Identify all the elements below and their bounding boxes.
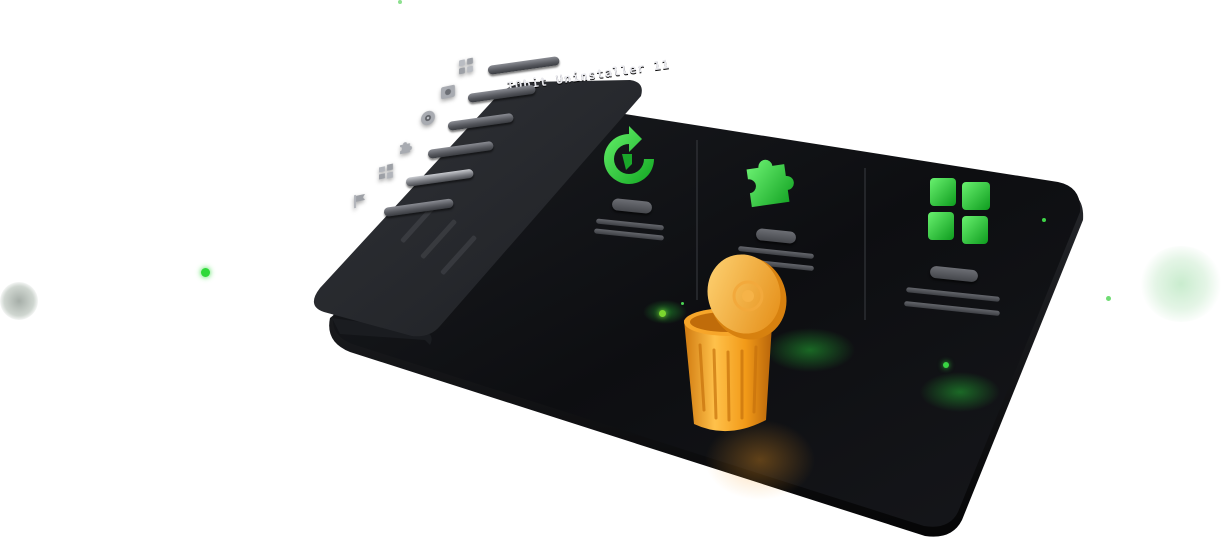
green-dot — [681, 302, 684, 305]
green-dot — [1042, 218, 1046, 222]
green-dot — [398, 0, 402, 4]
trash-can-icon — [684, 254, 815, 500]
glow-dot — [1140, 246, 1222, 322]
green-dot — [943, 362, 949, 368]
green-dot — [1106, 296, 1111, 301]
illustration-scene: IObit Uninstaller 11 — [0, 0, 1223, 542]
green-dot — [659, 310, 666, 317]
glow-dot — [0, 282, 38, 320]
green-dot — [201, 268, 210, 277]
